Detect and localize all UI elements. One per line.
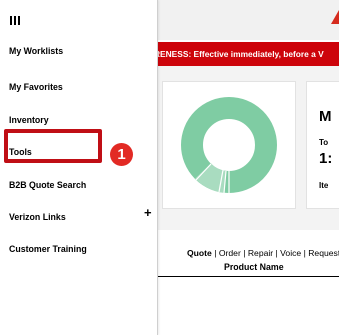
hamburger-icon[interactable] xyxy=(10,16,20,25)
menu-item-inventory[interactable]: Inventory xyxy=(9,115,49,125)
link-separator: | xyxy=(211,248,219,258)
link-quote[interactable]: Quote xyxy=(187,248,212,258)
plus-icon[interactable]: + xyxy=(144,206,152,219)
menu-item-my-favorites[interactable]: My Favorites xyxy=(9,82,63,92)
donut-chart-card[interactable] xyxy=(162,81,296,209)
kpi-card[interactable]: M To 1: Ite xyxy=(306,81,339,209)
app-window: RENESS: Effective immediately, before a … xyxy=(0,0,339,335)
link-order[interactable]: Order xyxy=(219,248,241,258)
link-request[interactable]: Request xyxy=(308,248,339,258)
side-menu: My Worklists My Favorites Inventory Tool… xyxy=(0,0,158,335)
step-number-badge: 1 xyxy=(110,143,133,166)
link-voice[interactable]: Voice xyxy=(280,248,301,258)
menu-item-verizon-links[interactable]: Verizon Links xyxy=(9,212,66,222)
kpi-heading: M xyxy=(319,108,332,125)
column-header-product-name[interactable]: Product Name xyxy=(224,262,284,272)
menu-item-customer-training[interactable]: Customer Training xyxy=(9,244,87,254)
menu-item-b2b-quote-search[interactable]: B2B Quote Search xyxy=(9,180,86,190)
tools-highlight-box xyxy=(4,129,102,163)
kpi-subheading: To xyxy=(319,138,329,147)
donut-segment-main xyxy=(181,97,277,193)
link-repair[interactable]: Repair xyxy=(248,248,273,258)
donut-chart xyxy=(181,97,277,194)
link-separator: | xyxy=(240,248,248,258)
brand-checkmark-icon xyxy=(331,10,339,24)
kpi-items-label: Ite xyxy=(319,181,329,190)
kpi-value: 1: xyxy=(319,150,333,167)
order-type-links: Quote | Order | Repair | Voice | Request xyxy=(187,248,339,258)
menu-item-my-worklists[interactable]: My Worklists xyxy=(9,46,63,56)
